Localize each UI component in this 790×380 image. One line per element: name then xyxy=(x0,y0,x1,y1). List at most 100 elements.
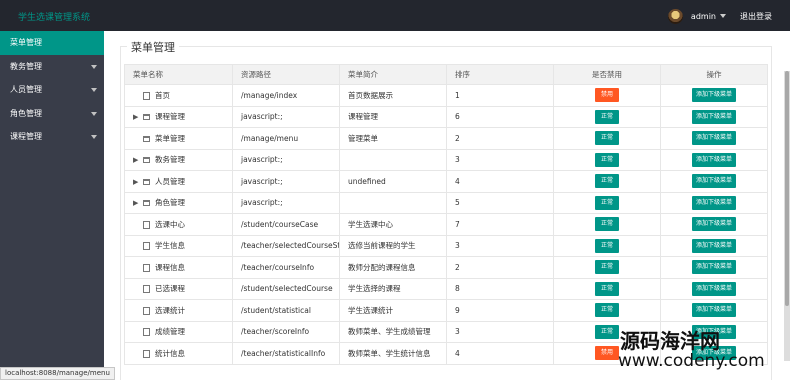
cell-order: 4 xyxy=(446,342,554,365)
cell-menu-name[interactable]: 成绩管理 xyxy=(124,320,233,343)
menu-name-text: 选课中心 xyxy=(155,219,185,229)
sidebar-item-personnel[interactable]: 人员管理 xyxy=(0,78,104,102)
cell-actions: 添加下级菜单 xyxy=(660,299,768,322)
cell-menu-name[interactable]: ▶ 教务管理 xyxy=(124,148,233,171)
cell-menu-name[interactable]: ▶ 角色管理 xyxy=(124,191,233,214)
add-submenu-button[interactable]: 添加下级菜单 xyxy=(691,174,736,189)
cell-path: /manage/menu xyxy=(232,127,340,150)
menu-name-text: 选课统计 xyxy=(155,305,185,315)
cell-path: /student/courseCase xyxy=(232,213,340,236)
cell-path: /teacher/statisticalInfo xyxy=(232,342,340,365)
cell-actions: 添加下级菜单 xyxy=(660,127,768,150)
cell-order: 2 xyxy=(446,127,554,150)
menu-name-text: 课程管理 xyxy=(155,112,185,122)
folder-icon xyxy=(143,200,150,207)
chevron-down-icon[interactable] xyxy=(720,14,726,18)
status-toggle-button[interactable]: 正常 xyxy=(594,324,619,339)
sidebar-item-label: 角色管理 xyxy=(10,108,42,118)
cell-order: 1 xyxy=(446,84,554,107)
cell-menu-name[interactable]: 学生信息 xyxy=(124,234,233,257)
scrollbar-thumb[interactable] xyxy=(785,71,789,306)
add-submenu-button[interactable]: 添加下级菜单 xyxy=(691,260,736,275)
cell-desc: 首页数据展示 xyxy=(339,84,447,107)
add-submenu-button[interactable]: 添加下级菜单 xyxy=(691,88,736,103)
status-toggle-button[interactable]: 禁用 xyxy=(594,346,619,361)
sidebar-item-menu-management[interactable]: 菜单管理 xyxy=(0,31,104,55)
add-submenu-button[interactable]: 添加下级菜单 xyxy=(691,131,736,146)
table-row: 选课中心/student/courseCase 学生选课中心 7 正常 添加下级菜单 xyxy=(124,213,768,236)
table-row: 已选课程/student/selectedCourse 学生选择的课程 8 正常 添加下… xyxy=(124,277,768,300)
chevron-down-icon xyxy=(91,64,97,69)
add-submenu-button[interactable]: 添加下级菜单 xyxy=(691,281,736,296)
sidebar-item-roles[interactable]: 角色管理 xyxy=(0,102,104,126)
cell-status: 正常 xyxy=(553,234,661,257)
logout-link[interactable]: 退出登录 xyxy=(740,11,772,22)
table-row: ▶ 人员管理 javascript:; undefined 4 正常 添加下级菜单 xyxy=(124,170,768,193)
expand-arrow-icon[interactable]: ▶ xyxy=(133,156,143,164)
column-header-order: 排序 xyxy=(446,64,554,85)
column-header-actions: 操作 xyxy=(660,64,768,85)
add-submenu-button[interactable]: 添加下级菜单 xyxy=(691,109,736,124)
add-submenu-button[interactable]: 添加下级菜单 xyxy=(691,217,736,232)
cell-actions: 添加下级菜单 xyxy=(660,256,768,279)
status-toggle-button[interactable]: 正常 xyxy=(594,303,619,318)
sidebar-item-academic[interactable]: 教务管理 xyxy=(0,55,104,79)
file-icon xyxy=(143,220,150,229)
watermark-text: 源码海洋网 xyxy=(620,329,720,353)
cell-menu-name[interactable]: 选课中心 xyxy=(124,213,233,236)
sidebar-item-courses[interactable]: 课程管理 xyxy=(0,125,104,149)
sidebar: 菜单管理 教务管理 人员管理 角色管理 课程管理 xyxy=(0,31,104,380)
status-toggle-button[interactable]: 禁用 xyxy=(594,88,619,103)
add-submenu-button[interactable]: 添加下级菜单 xyxy=(691,303,736,318)
column-header-path: 资源路径 xyxy=(232,64,340,85)
cell-order: 9 xyxy=(446,299,554,322)
cell-menu-name[interactable]: 选课统计 xyxy=(124,299,233,322)
menu-name-text: 已选课程 xyxy=(155,284,185,294)
expand-arrow-icon[interactable]: ▶ xyxy=(133,199,143,207)
folder-icon xyxy=(143,157,150,164)
cell-order: 4 xyxy=(446,170,554,193)
add-submenu-button[interactable]: 添加下级菜单 xyxy=(691,195,736,210)
user-area: admin 退出登录 xyxy=(667,8,772,24)
menu-name-text: 统计信息 xyxy=(155,348,185,358)
menu-name-text: 人员管理 xyxy=(155,176,185,186)
status-toggle-button[interactable]: 正常 xyxy=(594,195,619,210)
cell-menu-name[interactable]: 已选课程 xyxy=(124,277,233,300)
cell-menu-name[interactable]: ▶ 人员管理 xyxy=(124,170,233,193)
cell-menu-name[interactable]: 首页 xyxy=(124,84,233,107)
status-toggle-button[interactable]: 正常 xyxy=(594,152,619,167)
cell-order: 7 xyxy=(446,213,554,236)
cell-menu-name[interactable]: 课程信息 xyxy=(124,256,233,279)
cell-menu-name[interactable]: ▶ 课程管理 xyxy=(124,105,233,128)
menu-name-text: 首页 xyxy=(155,90,170,100)
table-row: 学生信息/teacher/selectedCourseStu 选修当前课程的学生 3… xyxy=(124,234,768,257)
top-header: 学生选课管理系统 admin 退出登录 xyxy=(0,0,790,31)
status-toggle-button[interactable]: 正常 xyxy=(594,217,619,232)
status-toggle-button[interactable]: 正常 xyxy=(594,260,619,275)
status-toggle-button[interactable]: 正常 xyxy=(594,174,619,189)
vertical-scrollbar[interactable] xyxy=(784,71,790,361)
cell-menu-name[interactable]: 统计信息 xyxy=(124,342,233,365)
status-toggle-button[interactable]: 正常 xyxy=(594,281,619,296)
user-name[interactable]: admin xyxy=(691,12,716,21)
watermark-url: www.codeny.com xyxy=(618,351,765,371)
cell-actions: 添加下级菜单 xyxy=(660,170,768,193)
chevron-down-icon xyxy=(91,135,97,139)
status-toggle-button[interactable]: 正常 xyxy=(594,238,619,253)
app-title: 学生选课管理系统 xyxy=(18,13,91,23)
status-toggle-button[interactable]: 正常 xyxy=(594,131,619,146)
file-icon xyxy=(143,91,150,100)
cell-menu-name[interactable]: 菜单管理 xyxy=(124,127,233,150)
add-submenu-button[interactable]: 添加下级菜单 xyxy=(691,238,736,253)
cell-status: 正常 xyxy=(553,256,661,279)
user-avatar[interactable] xyxy=(667,8,683,24)
expand-arrow-icon[interactable]: ▶ xyxy=(133,113,143,121)
add-submenu-button[interactable]: 添加下级菜单 xyxy=(691,152,736,167)
table-row: 课程信息/teacher/courseInfo 教师分配的课程信息 2 正常 添加下级菜… xyxy=(124,256,768,279)
file-icon xyxy=(143,242,150,251)
cell-desc: 学生选择的课程 xyxy=(339,277,447,300)
status-toggle-button[interactable]: 正常 xyxy=(594,109,619,124)
folder-icon xyxy=(143,114,150,121)
cell-status: 正常 xyxy=(553,148,661,171)
expand-arrow-icon[interactable]: ▶ xyxy=(133,178,143,186)
